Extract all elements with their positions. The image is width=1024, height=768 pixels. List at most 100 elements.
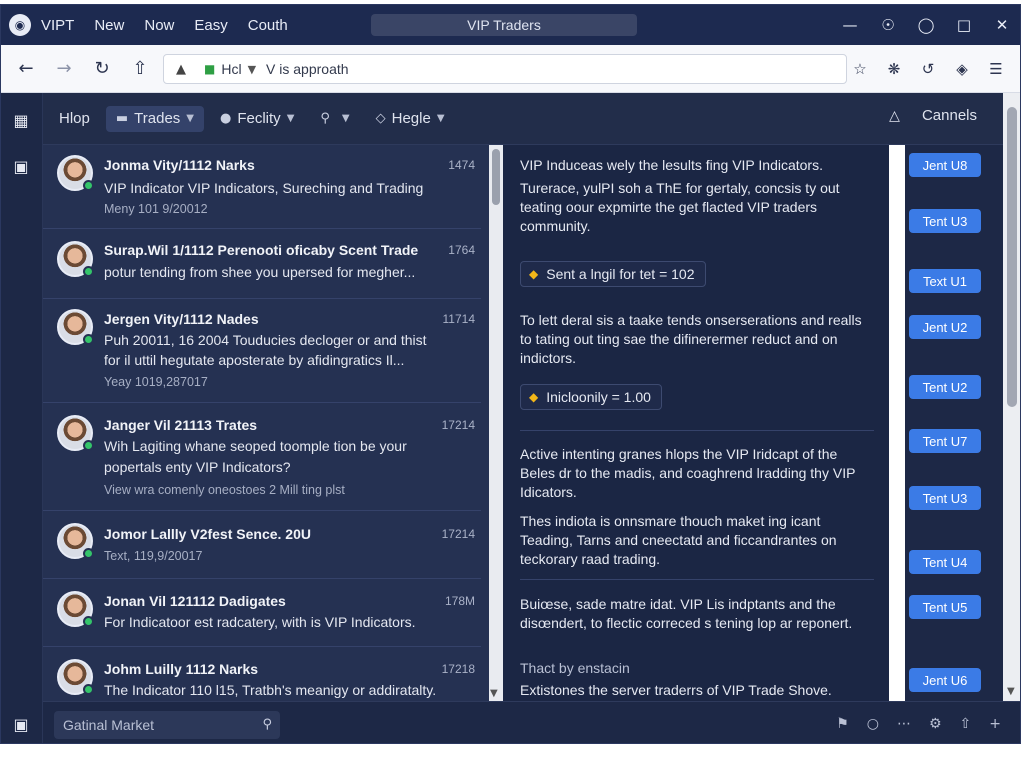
online-status-icon xyxy=(83,266,94,277)
record-icon[interactable]: ☉ xyxy=(878,15,898,35)
status-bar: Gatinal Market ⚲ ⚑ ○ ⋯ ⚙ ⇧ + xyxy=(43,701,1020,743)
more-icon[interactable]: ⋯ xyxy=(897,716,911,732)
circle-icon[interactable]: ○ xyxy=(867,716,879,732)
status-actions: ⚑ ○ ⋯ ⚙ ⇧ + xyxy=(836,716,1001,732)
message-sender: Jonan Vil 121112 Dadigates xyxy=(104,593,286,609)
tag-button[interactable]: Tent U7 xyxy=(909,429,981,453)
search-icon[interactable]: ⚲ xyxy=(262,717,272,732)
market-search-placeholder: Gatinal Market xyxy=(63,717,155,733)
list-item[interactable]: Jonan Vil 121112 Dadigates 178M For Indi… xyxy=(43,579,481,647)
search-dropdown[interactable]: ⚲ ▼ xyxy=(310,106,359,132)
reader-paragraph: Thes indiota is onnsmare thouch maket in… xyxy=(520,513,837,567)
message-date: Yeay 1019,287017 xyxy=(104,375,208,389)
tag-button[interactable]: Jent U6 xyxy=(909,668,981,692)
share-icon[interactable]: ⇧ xyxy=(960,716,972,732)
list-item[interactable]: Janger Vil 21113 Trates 17214 Wih Lagiti… xyxy=(43,403,481,511)
extensions-icon[interactable]: ❋ xyxy=(884,59,904,79)
chevron-down-icon[interactable]: ▼ xyxy=(248,63,256,76)
tag-button[interactable]: Tent U2 xyxy=(909,375,981,399)
pane-gutter xyxy=(889,145,905,701)
info-chip[interactable]: ◆ Inicloonily = 1.00 xyxy=(520,384,662,410)
window-controls: — ☉ ◯ □ ✕ xyxy=(840,15,1012,35)
camera-icon[interactable]: ▣ xyxy=(10,155,32,177)
message-time: 17214 xyxy=(441,418,475,432)
list-item[interactable]: Jonma Vity/1112 Narks 1474 VIP Indicator… xyxy=(43,145,481,229)
online-status-icon xyxy=(83,334,94,345)
message-preview: VIP Indicator VIP Indicators, Sureching … xyxy=(104,180,424,196)
channels-button[interactable]: △ Cannels xyxy=(889,107,977,124)
message-sender: Janger Vil 21113 Trates xyxy=(104,417,258,433)
tag-button[interactable]: Tent U3 xyxy=(909,209,981,233)
apps-grid-icon[interactable]: ▦ xyxy=(10,109,32,131)
tab-home-label: Hlop xyxy=(59,110,90,127)
menu-item-vipt[interactable]: VIPT xyxy=(41,17,74,34)
forward-icon[interactable]: → xyxy=(51,56,77,82)
chevron-down-icon: ▼ xyxy=(286,113,295,124)
message-preview: popertals enty VIP Indicators? xyxy=(104,459,291,475)
tab-facility[interactable]: ● Feclity ▼ xyxy=(210,106,304,132)
diamond-icon: ◆ xyxy=(529,267,539,281)
message-sender: Jonma Vity/1112 Narks xyxy=(104,157,255,173)
info-chip[interactable]: ◆ Sent a lngil for tet = 102 xyxy=(520,261,706,287)
tab-home[interactable]: Hlop xyxy=(49,106,100,132)
message-sender: Jergen Vity/1112 Nades xyxy=(104,311,259,327)
market-search-input[interactable]: Gatinal Market ⚲ xyxy=(54,711,280,739)
tag-icon: ◇ xyxy=(375,111,386,126)
scrollbar-thumb[interactable] xyxy=(492,149,500,205)
list-item[interactable]: Surap.Wil 1/1112 Perenooti oficaby Scent… xyxy=(43,229,481,299)
avatar xyxy=(57,523,94,559)
message-time: 17214 xyxy=(441,527,475,541)
list-item[interactable]: Jergen Vity/1112 Nades 11714 Puh 20011, … xyxy=(43,299,481,403)
menu-item-new[interactable]: New xyxy=(94,17,124,34)
tag-button[interactable]: Tent U5 xyxy=(909,595,981,619)
message-preview: For Indicatoor est radcatery, with is VI… xyxy=(104,614,416,630)
tag-button[interactable]: Text U1 xyxy=(909,269,981,293)
message-list-scrollbar[interactable]: ▼ xyxy=(489,145,503,701)
shield-icon[interactable]: ◯ xyxy=(916,15,936,35)
tag-button[interactable]: Jent U8 xyxy=(909,153,981,177)
pin-icon[interactable]: ◈ xyxy=(952,59,972,79)
menu-item-couth[interactable]: Couth xyxy=(248,17,288,34)
tag-button[interactable]: Tent U4 xyxy=(909,550,981,574)
tab-trades-label: Trades xyxy=(134,110,181,127)
camera-bottom-icon[interactable]: ▣ xyxy=(10,713,32,735)
flag-icon[interactable]: ⚑ xyxy=(836,716,849,732)
minimize-icon[interactable]: — xyxy=(840,15,860,35)
url-field[interactable]: ▲ ■ Hcl ▼ V is approath xyxy=(163,54,847,84)
reload-icon[interactable]: ↻ xyxy=(89,56,115,82)
tab-hegle[interactable]: ◇ Hegle ▼ xyxy=(366,106,455,132)
menu-item-now[interactable]: Now xyxy=(144,17,174,34)
page-scrollbar[interactable]: ▼ xyxy=(1003,93,1020,701)
tag-button[interactable]: Tent U3 xyxy=(909,486,981,510)
hamburger-menu-icon[interactable]: ☰ xyxy=(986,59,1006,79)
secure-lock-icon: ■ xyxy=(204,62,216,76)
add-icon[interactable]: + xyxy=(989,716,1001,732)
share-icon[interactable]: ⇧ xyxy=(127,56,153,82)
divider xyxy=(520,430,874,431)
chevron-down-icon: ▼ xyxy=(436,113,445,124)
tab-trades[interactable]: ▬ Trades ▼ xyxy=(105,105,204,132)
settings-icon[interactable]: ⚙ xyxy=(929,716,942,732)
address-bar: ← → ↻ ⇧ ▲ ■ Hcl ▼ V is approath ☆ ❋ ↺ ◈ … xyxy=(1,45,1020,93)
scroll-down-icon[interactable]: ▼ xyxy=(490,688,498,699)
maximize-icon[interactable]: □ xyxy=(954,15,974,35)
list-item[interactable]: Jomor Lallly V2fest Sence. 20U 17214 Tex… xyxy=(43,511,481,579)
scroll-down-icon[interactable]: ▼ xyxy=(1007,686,1015,697)
reader-paragraph: Thact by enstacin xyxy=(520,660,630,676)
history-icon[interactable]: ↺ xyxy=(918,59,938,79)
message-list: Jonma Vity/1112 Narks 1474 VIP Indicator… xyxy=(43,145,489,701)
app-logo-icon[interactable]: ◉ xyxy=(9,14,31,36)
back-icon[interactable]: ← xyxy=(13,56,39,82)
list-item[interactable]: Johm Luilly 1112 Narks 17218 The Indicat… xyxy=(43,647,481,701)
tag-button[interactable]: Jent U2 xyxy=(909,315,981,339)
menu-item-easy[interactable]: Easy xyxy=(194,17,227,34)
online-status-icon xyxy=(83,684,94,695)
avatar xyxy=(57,591,94,627)
trades-icon: ▬ xyxy=(115,111,129,126)
notification-icon[interactable]: △ xyxy=(889,108,900,124)
tab-facility-label: Feclity xyxy=(237,110,281,127)
scrollbar-thumb[interactable] xyxy=(1007,107,1017,407)
title-bar: ◉ VIPT New Now Easy Couth VIP Traders — … xyxy=(1,5,1020,45)
star-icon[interactable]: ☆ xyxy=(850,59,870,79)
close-icon[interactable]: ✕ xyxy=(992,15,1012,35)
